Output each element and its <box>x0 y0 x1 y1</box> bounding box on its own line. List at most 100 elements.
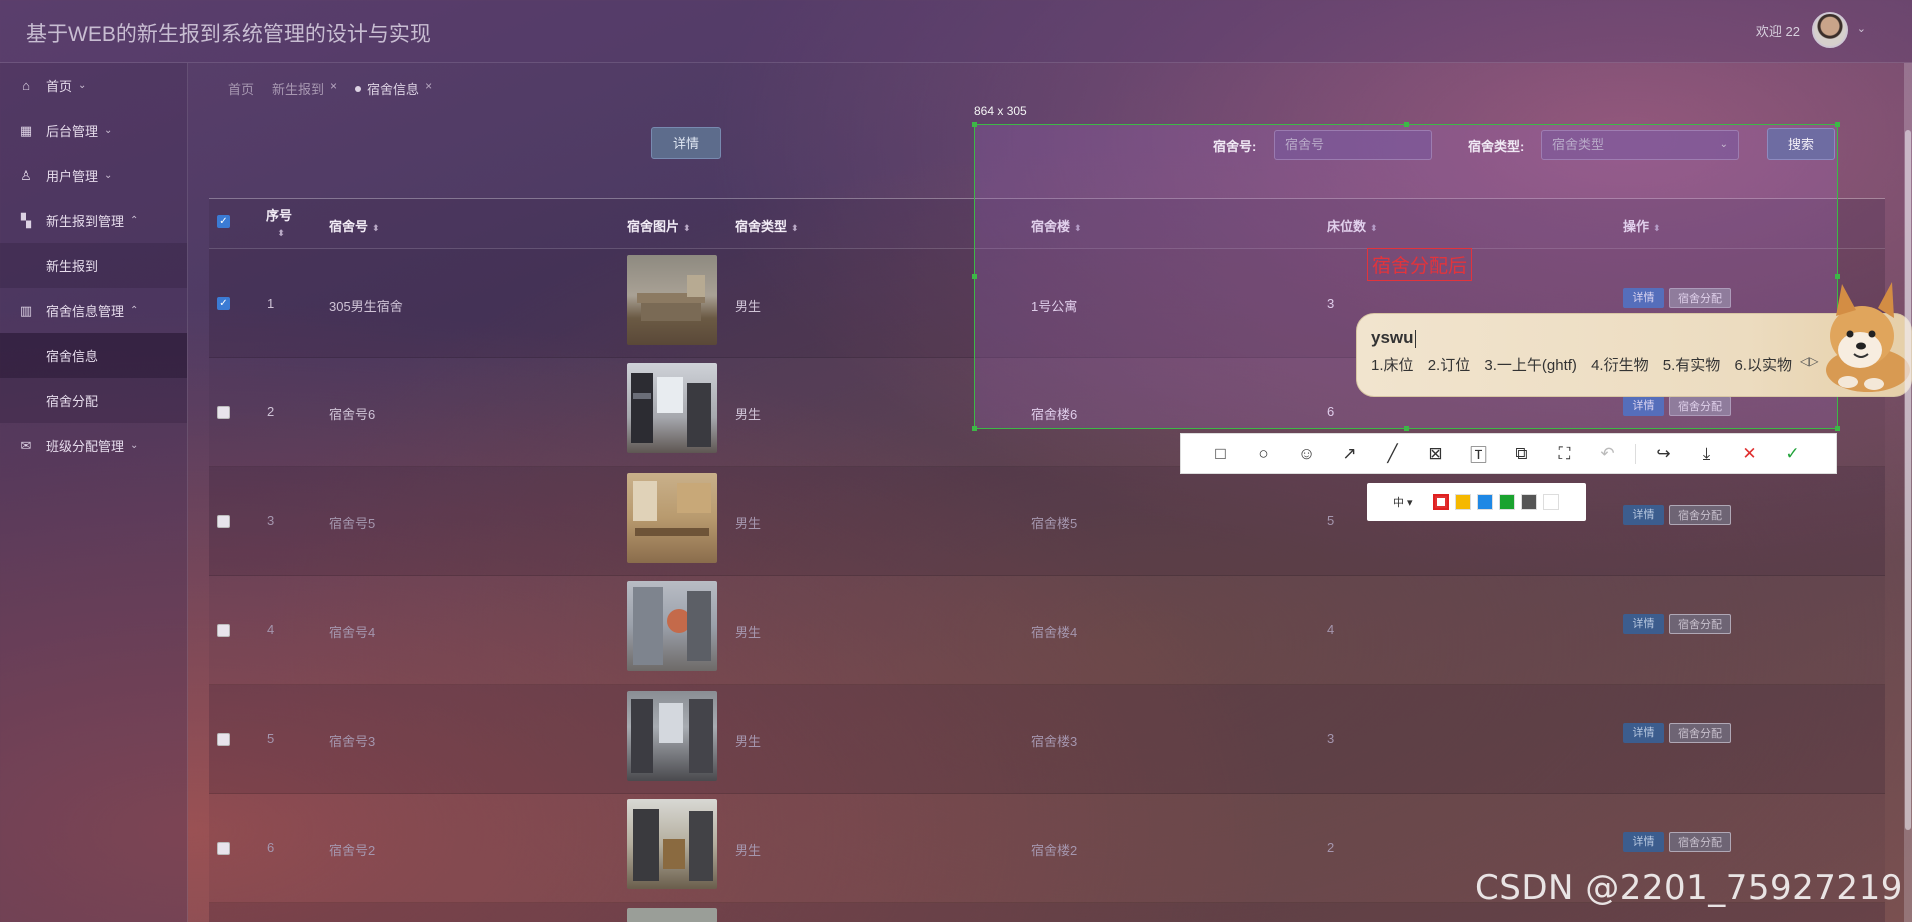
bunk-bed-image <box>631 373 711 447</box>
row-checkbox[interactable] <box>217 842 230 855</box>
cell-beds: 2 <box>1327 840 1335 855</box>
row-assign-button[interactable]: 宿舍分配 <box>1669 614 1731 634</box>
row-checkbox[interactable] <box>217 515 230 528</box>
color-swatch-green[interactable] <box>1498 494 1515 510</box>
dorm-thumbnail[interactable] <box>627 799 717 889</box>
line-tool-icon[interactable]: ╱ <box>1371 444 1414 464</box>
ellipse-tool-icon[interactable]: ○ <box>1242 444 1285 464</box>
color-swatch-gray[interactable] <box>1520 494 1537 510</box>
chevron-down-icon[interactable]: ⌄ <box>1857 22 1866 35</box>
text-annotation[interactable]: 宿舍分配后 <box>1367 248 1473 281</box>
row-checkbox[interactable]: ✓ <box>217 297 230 310</box>
row-checkbox[interactable] <box>217 733 230 746</box>
table-row[interactable]: 4 宿舍号4 男生 宿舍楼4 4 详情 宿舍分配 <box>209 576 1885 685</box>
sidebar-item-label: 班级分配管理 <box>46 439 125 454</box>
row-assign-button[interactable]: 宿舍分配 <box>1669 723 1731 743</box>
ime-candidate[interactable]: 2.订位 <box>1428 357 1471 374</box>
mosaic-tool-icon[interactable]: ⊠ <box>1414 444 1457 464</box>
undo-icon[interactable]: ↶ <box>1586 444 1629 464</box>
ime-candidate[interactable]: 5.有实物 <box>1663 357 1721 374</box>
resize-handle[interactable] <box>1404 426 1409 431</box>
cell-building: 宿舍楼2 <box>1031 843 1078 858</box>
column-header-image[interactable]: 宿舍图片 ⬍ <box>627 216 691 235</box>
avatar[interactable] <box>1812 12 1848 48</box>
sidebar-item-dorm[interactable]: ▥ 宿舍信息管理 ⌃ <box>0 288 187 333</box>
row-detail-button[interactable]: 详情 <box>1623 614 1664 634</box>
column-header-index[interactable]: 序号 ⬍ <box>266 205 292 239</box>
row-checkbox[interactable] <box>217 406 230 419</box>
dorm-thumbnail[interactable] <box>627 581 717 671</box>
dorm-thumbnail[interactable] <box>627 691 717 781</box>
ime-candidate[interactable]: 4.衍生物 <box>1591 357 1649 374</box>
chevron-up-icon: ⌃ <box>130 305 139 316</box>
type-search-label: 宿舍类型: <box>1468 139 1525 154</box>
dorm-thumbnail[interactable] <box>627 908 717 922</box>
arrow-tool-icon[interactable]: ↗ <box>1328 444 1371 464</box>
room-search-input[interactable]: 宿舍号 <box>1274 130 1432 160</box>
detail-button[interactable]: 详情 <box>651 127 721 159</box>
sidebar: ⌂ 首页 ⌄ ▦ 后台管理 ⌄ ♙ 用户管理 ⌄ ▚ 新生报到管理 ⌃ 新生报到… <box>0 63 188 922</box>
confirm-icon[interactable]: ✓ <box>1771 444 1814 464</box>
sidebar-subitem-dorm-info[interactable]: 宿舍信息 <box>0 333 187 378</box>
page-scrollbar[interactable] <box>1904 63 1912 922</box>
font-size-value: 中 <box>1393 497 1404 509</box>
resize-handle[interactable] <box>972 122 977 127</box>
sidebar-item-admin[interactable]: ▦ 后台管理 ⌄ <box>0 108 187 153</box>
row-assign-button[interactable]: 宿舍分配 <box>1669 505 1731 525</box>
color-swatch-red[interactable] <box>1432 494 1449 510</box>
close-icon[interactable]: × <box>425 79 432 93</box>
ime-candidate[interactable]: 1.床位 <box>1371 357 1414 374</box>
table-row[interactable]: 5 宿舍号3 男生 宿舍楼3 3 详情 宿舍分配 <box>209 685 1885 794</box>
ime-candidate[interactable]: 6.以实物 <box>1734 357 1792 374</box>
download-icon[interactable]: ⤓ <box>1685 444 1728 464</box>
cancel-icon[interactable]: ✕ <box>1728 444 1771 464</box>
color-swatch-yellow[interactable] <box>1454 494 1471 510</box>
sidebar-subitem-dorm-assign[interactable]: 宿舍分配 <box>0 378 187 423</box>
resize-handle[interactable] <box>1835 426 1840 431</box>
select-all-checkbox[interactable]: ✓ <box>217 215 230 228</box>
row-detail-button[interactable]: 详情 <box>1623 832 1664 852</box>
rectangle-tool-icon[interactable]: □ <box>1199 444 1242 464</box>
color-swatch-blue[interactable] <box>1476 494 1493 510</box>
cell-beds: 5 <box>1327 513 1335 528</box>
dorm-room-image <box>633 809 713 881</box>
tab-home[interactable]: 首页 <box>228 79 254 98</box>
resize-handle[interactable] <box>972 274 977 279</box>
sidebar-subitem-registration[interactable]: 新生报到 <box>0 243 187 288</box>
resize-handle[interactable] <box>972 426 977 431</box>
ocr-tool-icon[interactable]: ⛶ <box>1543 444 1586 464</box>
scrollbar-thumb[interactable] <box>1905 130 1911 830</box>
ime-candidate[interactable]: 3.一上午(ghtf) <box>1484 357 1577 374</box>
row-detail-button[interactable]: 详情 <box>1623 723 1664 743</box>
column-header-type[interactable]: 宿舍类型 ⬍ <box>735 216 799 235</box>
sidebar-item-home[interactable]: ⌂ 首页 ⌄ <box>0 63 187 108</box>
color-swatch-white[interactable] <box>1542 494 1559 510</box>
active-dot-icon <box>355 85 362 92</box>
sidebar-item-class[interactable]: ✉ 班级分配管理 ⌄ <box>0 423 187 468</box>
columns-icon: ▥ <box>19 302 33 318</box>
text-tool-icon[interactable]: 🅃 <box>1457 441 1500 466</box>
close-icon[interactable]: × <box>330 79 337 93</box>
resize-handle[interactable] <box>1404 122 1409 127</box>
row-assign-button[interactable]: 宿舍分配 <box>1669 832 1731 852</box>
tab-registration[interactable]: 新生报到 × <box>272 79 337 98</box>
resize-handle[interactable] <box>1835 122 1840 127</box>
chevron-down-icon: ⌄ <box>1719 139 1728 150</box>
pin-tool-icon[interactable]: ⧉ <box>1500 444 1543 464</box>
sidebar-item-users[interactable]: ♙ 用户管理 ⌄ <box>0 153 187 198</box>
column-header-room[interactable]: 宿舍号 ⬍ <box>329 216 380 235</box>
dorm-thumbnail[interactable] <box>627 363 717 453</box>
tab-dorm-info[interactable]: 宿舍信息 × <box>355 79 432 98</box>
table-row[interactable]: 3 宿舍号5 男生 宿舍楼5 5 详情 宿舍分配 <box>209 467 1885 576</box>
font-size-picker[interactable]: 中 ▾ <box>1393 494 1413 510</box>
dorm-thumbnail[interactable] <box>627 473 717 563</box>
emoji-tool-icon[interactable]: ☺ <box>1285 444 1328 464</box>
type-select[interactable]: 宿舍类型 ⌄ <box>1541 130 1739 160</box>
row-detail-button[interactable]: 详情 <box>1623 505 1664 525</box>
dorm-thumbnail[interactable] <box>627 255 717 345</box>
search-button[interactable]: 搜索 <box>1767 128 1835 160</box>
row-checkbox[interactable] <box>217 624 230 637</box>
share-icon[interactable]: ↪ <box>1642 444 1685 464</box>
cell-index: 1 <box>267 296 275 311</box>
sidebar-item-registration[interactable]: ▚ 新生报到管理 ⌃ <box>0 198 187 243</box>
